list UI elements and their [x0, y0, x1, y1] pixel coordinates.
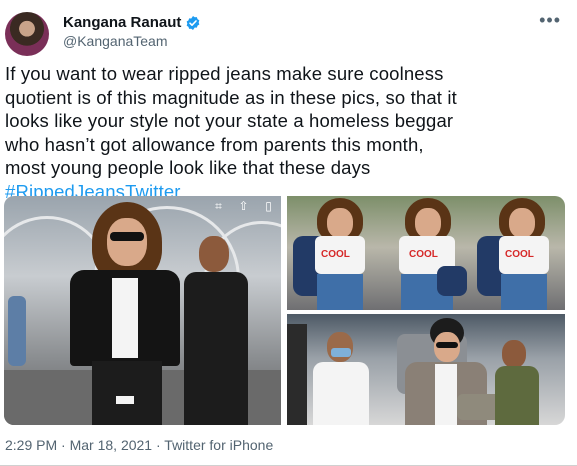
tweet-time[interactable]: 2:29 PM: [5, 437, 57, 453]
ripped-jeans: [317, 274, 363, 310]
face-mask: [331, 348, 351, 357]
more-options-icon[interactable]: •••: [539, 10, 561, 31]
black-jeans: [92, 361, 162, 425]
shirt-print: COOL: [505, 249, 534, 260]
guard-uniform: [495, 366, 539, 425]
background-person: [8, 296, 26, 366]
sunglasses: [436, 342, 458, 348]
shirt-print: COOL: [409, 249, 438, 260]
face: [107, 218, 147, 266]
white-tshirt: COOL: [499, 236, 549, 274]
crop-icon[interactable]: ⌗: [212, 200, 225, 213]
white-top: [112, 278, 138, 358]
blue-jacket-held: [437, 266, 467, 296]
bodyguard-face: [199, 236, 229, 272]
bodyguard: [184, 272, 248, 425]
shirt-print: COOL: [321, 249, 350, 260]
avatar[interactable]: [5, 12, 49, 56]
face: [415, 208, 441, 238]
rip-detail: [116, 396, 134, 404]
photo-walking-group[interactable]: [287, 314, 565, 425]
face: [509, 208, 535, 238]
face: [327, 208, 353, 238]
tweet-text: If you want to wear ripped jeans make su…: [5, 62, 565, 203]
share-icon[interactable]: ⇧: [237, 200, 250, 213]
verified-badge-icon: [187, 15, 200, 30]
author-name[interactable]: Kangana Ranaut: [63, 14, 181, 31]
tweet-body: If you want to wear ripped jeans make su…: [5, 63, 457, 178]
author-name-row: Kangana Ranaut: [63, 14, 201, 31]
guard-face: [327, 332, 353, 362]
tweet-date[interactable]: Mar 18, 2021: [70, 437, 153, 453]
bookmark-icon[interactable]: ▯: [262, 200, 275, 213]
author-handle[interactable]: @KanganaTeam: [63, 33, 168, 49]
tweet-card: Kangana Ranaut @KanganaTeam ••• If you w…: [0, 0, 577, 466]
media-grid: ⌗ ⇧ ▯ COOL COOL COOL: [4, 196, 565, 425]
photo-airport-main[interactable]: ⌗ ⇧ ▯: [4, 196, 281, 425]
meta-separator: ·: [155, 437, 161, 453]
meta-separator: ·: [61, 437, 66, 453]
background-person: [287, 324, 307, 425]
white-shirt: [313, 362, 369, 425]
tweet-meta: 2:29 PM · Mar 18, 2021 · Twitter for iPh…: [5, 437, 273, 453]
tweet-source[interactable]: Twitter for iPhone: [164, 437, 273, 453]
white-tshirt: COOL: [315, 236, 365, 274]
sunglasses: [110, 232, 144, 241]
photo-toolbar: ⌗ ⇧ ▯: [212, 200, 275, 213]
guard-face: [502, 340, 526, 368]
white-shirt: [435, 364, 457, 425]
ripped-jeans: [501, 274, 547, 310]
photo-three-poses[interactable]: COOL COOL COOL: [287, 196, 565, 310]
